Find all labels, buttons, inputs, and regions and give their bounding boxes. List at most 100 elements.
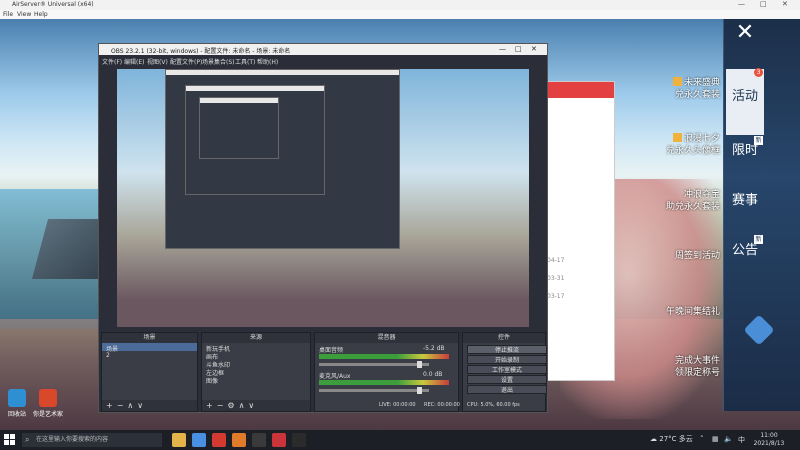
clock-time: 11:00 bbox=[760, 432, 778, 439]
weather-text: 27°C 多云 bbox=[659, 435, 693, 443]
weather-widget[interactable]: ☁ 27°C 多云 bbox=[650, 434, 693, 444]
reward-title: 周签到活动 bbox=[674, 251, 720, 261]
ime-icon[interactable]: 中 bbox=[738, 435, 745, 445]
list-item: 03-17 bbox=[547, 293, 565, 300]
netease-music-icon[interactable] bbox=[212, 433, 226, 447]
menu-file[interactable]: File bbox=[3, 11, 13, 18]
app-orange-icon[interactable] bbox=[232, 433, 246, 447]
volume-icon[interactable]: 🔈 bbox=[724, 435, 733, 443]
obs-menu-view[interactable]: 视图(V) bbox=[147, 57, 168, 66]
obs-menu-edit[interactable]: 编辑(E) bbox=[124, 57, 144, 66]
scenes-dock-toolbar[interactable]: +−∧∨ bbox=[102, 400, 197, 411]
reward-item[interactable]: 冲浪夺宝 助兑永久套装 bbox=[600, 189, 720, 213]
mixer-dock-title: 混音器 bbox=[315, 333, 458, 343]
close-icon[interactable]: ✕ bbox=[733, 21, 757, 45]
clock-date: 2021/8/13 bbox=[753, 440, 785, 447]
live-status: LIVE: 00:00:00 bbox=[379, 402, 416, 408]
taskbar-search-input[interactable]: ⌕ 在这里输入你要搜索的内容 bbox=[22, 433, 162, 447]
app-red-icon[interactable] bbox=[272, 433, 286, 447]
volume-slider[interactable] bbox=[319, 361, 429, 368]
tab-label: 活动 bbox=[731, 89, 758, 104]
taskbar: ⌕ 在这里输入你要搜索的内容 ☁ 27°C 多云 ˄ ▦ 🔈 中 11:00 2… bbox=[0, 430, 800, 450]
tab-activity[interactable]: 活动 bbox=[726, 69, 764, 135]
scene-item[interactable]: 场景 bbox=[102, 343, 197, 353]
new-badge: 新 bbox=[754, 136, 763, 145]
obs-close-button[interactable]: ✕ bbox=[531, 45, 537, 53]
tab-limited-time[interactable]: 限时 bbox=[726, 143, 764, 175]
browser-icon[interactable] bbox=[192, 433, 206, 447]
reward-title: 午晚间集结礼 bbox=[665, 307, 720, 317]
close-button[interactable]: ✕ bbox=[782, 0, 788, 8]
rec-status: REC: 00:00:00 bbox=[424, 402, 460, 408]
obs-menu-profile[interactable]: 配置文件(P) bbox=[170, 57, 202, 66]
gift-icon bbox=[672, 133, 682, 142]
minimize-button[interactable]: — bbox=[738, 0, 745, 8]
obs-maximize-button[interactable]: □ bbox=[515, 45, 522, 53]
studio-mode-button[interactable]: 工作室模式 bbox=[467, 365, 547, 374]
obs-menu-help[interactable]: 帮助(H) bbox=[257, 57, 278, 66]
tab-label: 赛事 bbox=[731, 193, 758, 208]
obs-minimize-button[interactable]: — bbox=[499, 45, 506, 53]
app-titlebar: AirServer® Universal (x64) — □ ✕ bbox=[0, 0, 800, 10]
maximize-button[interactable]: □ bbox=[760, 0, 767, 8]
network-icon[interactable]: ▦ bbox=[712, 435, 719, 443]
tab-announcements[interactable]: 公告 bbox=[726, 243, 764, 275]
tab-label: 公告 bbox=[731, 243, 758, 258]
source-item[interactable]: 斗鱼水印 bbox=[202, 359, 310, 369]
list-item: 04-17 bbox=[547, 257, 565, 264]
obs-preview[interactable] bbox=[117, 69, 529, 327]
background-window[interactable]: 04-17 03-31 03-17 bbox=[540, 81, 615, 381]
stop-streaming-button[interactable]: 停止推流 bbox=[467, 345, 547, 354]
gift-icon bbox=[672, 77, 682, 86]
reward-item[interactable]: 完成大事件 领限定称号 bbox=[600, 355, 720, 379]
reward-item[interactable]: 午晚间集结礼 bbox=[600, 306, 720, 318]
reward-title: 完成大事件 bbox=[674, 356, 720, 366]
settings-button[interactable]: 设置 bbox=[467, 375, 547, 384]
search-icon: ⌕ bbox=[25, 435, 30, 444]
windows-start-icon[interactable] bbox=[4, 434, 16, 446]
reward-title: 冲浪夺宝 bbox=[683, 190, 720, 200]
obs-titlebar: OBS 23.2.1 (32-bit, windows) - 配置文件: 未命名… bbox=[99, 44, 547, 55]
menu-view[interactable]: View bbox=[17, 11, 31, 18]
reward-subtitle: 兑永久套装 bbox=[674, 90, 720, 100]
mirror-stage: 回收站 你是艺术家 04-17 03-31 03-17 OBS 23.2.1 (… bbox=[0, 19, 800, 430]
obs-title: OBS 23.2.1 (32-bit, windows) - 配置文件: 未命名… bbox=[111, 48, 291, 55]
obs-icon[interactable] bbox=[252, 433, 266, 447]
exit-button[interactable]: 退出 bbox=[467, 385, 547, 394]
tab-events[interactable]: 赛事 bbox=[726, 193, 764, 225]
desktop-icon-recycle-bin[interactable]: 回收站 bbox=[2, 389, 32, 418]
start-recording-button[interactable]: 开始录制 bbox=[467, 355, 547, 364]
obs-menu-tools[interactable]: 工具(T) bbox=[235, 57, 255, 66]
reward-item[interactable]: 周签到活动 bbox=[600, 250, 720, 262]
volume-slider[interactable] bbox=[319, 387, 429, 394]
chevron-up-icon[interactable]: ˄ bbox=[700, 435, 704, 443]
menu-help[interactable]: Help bbox=[34, 11, 48, 18]
list-item: 03-31 bbox=[547, 275, 565, 282]
audio-meter bbox=[319, 380, 449, 385]
mixer-track-name: 桌面音频 bbox=[319, 347, 344, 354]
desktop-icon-label: 你是艺术家 bbox=[33, 411, 64, 418]
terminal-icon[interactable] bbox=[292, 433, 306, 447]
reward-subtitle: 兑永久头像框 bbox=[665, 146, 720, 156]
controls-dock-title: 控件 bbox=[463, 333, 545, 343]
taskbar-clock[interactable]: 11:00 2021/8/13 bbox=[752, 432, 786, 448]
obs-menu-scene-collection[interactable]: 场景集合(S) bbox=[202, 57, 235, 66]
file-explorer-icon[interactable] bbox=[172, 433, 186, 447]
new-badge: 新 bbox=[754, 235, 763, 244]
nested-obs-window bbox=[199, 97, 279, 159]
reward-title: 未来盛典 bbox=[683, 78, 720, 88]
source-item[interactable]: 新玩手机 bbox=[202, 343, 310, 353]
obs-menu-file[interactable]: 文件(F) bbox=[102, 57, 122, 66]
app-title: AirServer® Universal (x64) bbox=[12, 1, 94, 8]
audio-meter bbox=[319, 354, 449, 359]
obs-window[interactable]: OBS 23.2.1 (32-bit, windows) - 配置文件: 未命名… bbox=[98, 43, 548, 413]
sources-dock-toolbar[interactable]: +−⚙∧∨ bbox=[202, 400, 310, 411]
source-item[interactable]: 左边框 bbox=[202, 367, 310, 377]
reward-item[interactable]: 未来盛典 兑永久套装 bbox=[600, 77, 720, 101]
app-icon bbox=[39, 389, 57, 407]
desktop-icon-app[interactable]: 你是艺术家 bbox=[33, 389, 63, 418]
scenes-dock: 场景 场景 2 +−∧∨ bbox=[101, 332, 198, 412]
obs-menubar: 文件(F) 编辑(E) 视图(V) 配置文件(P) 场景集合(S) 工具(T) … bbox=[99, 55, 547, 66]
mixer-track-db: 0.0 dB bbox=[423, 371, 443, 378]
reward-item[interactable]: 浪漫七夕 兑永久头像框 bbox=[600, 133, 720, 157]
